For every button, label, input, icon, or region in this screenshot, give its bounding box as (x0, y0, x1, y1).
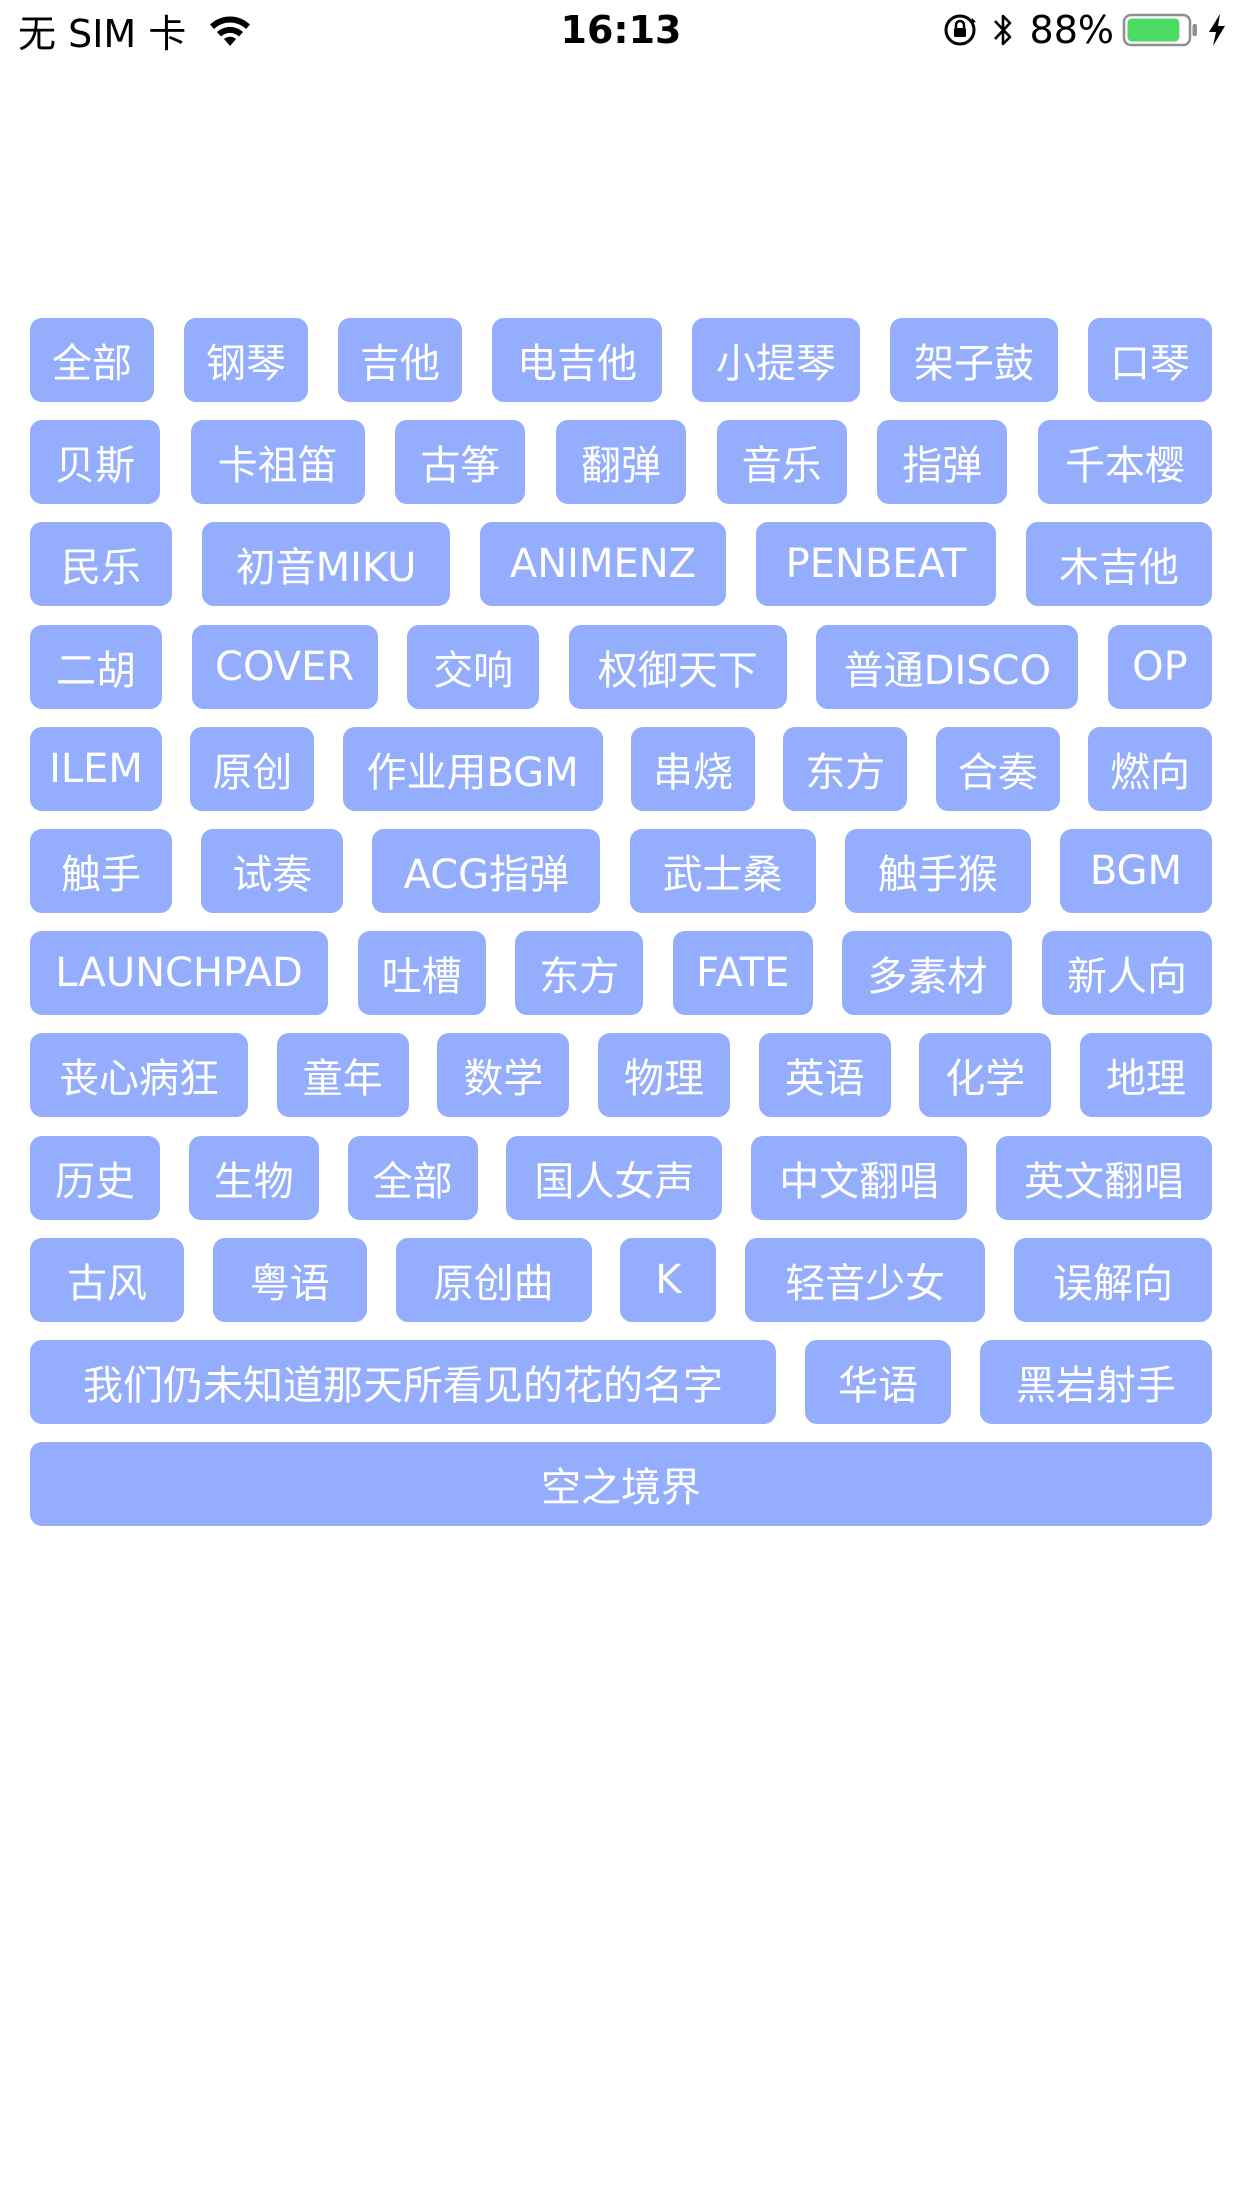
tag-button[interactable]: ACG指弹 (372, 828, 601, 913)
tag-button[interactable]: COVER (191, 624, 378, 709)
tag-button[interactable]: 原创 (190, 726, 315, 811)
tag-button[interactable]: 武士桑 (629, 828, 816, 913)
tag-button[interactable]: 千本樱 (1037, 420, 1212, 505)
tag-button[interactable]: 古筝 (395, 420, 526, 505)
tag-button[interactable]: 童年 (276, 1033, 409, 1118)
tag-button[interactable]: 权御天下 (568, 624, 787, 709)
tag-button[interactable]: 燃向 (1087, 726, 1212, 811)
tag-button[interactable]: 吐槽 (357, 931, 486, 1016)
tag-button[interactable]: 吉他 (338, 318, 462, 402)
tag-button[interactable]: 黑岩射手 (980, 1339, 1212, 1424)
status-bar-right: 88% (942, 8, 1228, 52)
charging-icon (1209, 14, 1225, 46)
tag-button[interactable]: 翻弹 (555, 420, 686, 505)
tag-button[interactable]: 电吉他 (492, 318, 662, 402)
battery-icon (1122, 13, 1197, 47)
tag-button[interactable]: 历史 (30, 1135, 160, 1220)
tag-button[interactable]: 轻音少女 (745, 1237, 986, 1322)
tag-button[interactable]: 合奏 (935, 726, 1060, 811)
tag-button[interactable]: 贝斯 (30, 420, 160, 505)
tag-row: 我们仍未知道那天所看见的花的名字 华语 黑岩射手 (30, 1339, 1212, 1424)
tag-row: 丧心病狂 童年 数学 物理 英语 化学 地理 (30, 1033, 1212, 1118)
tag-row: 全部 钢琴 吉他 电吉他 小提琴 架子鼓 口琴 (30, 318, 1212, 402)
tag-button[interactable]: 卡祖笛 (190, 420, 365, 505)
tag-button[interactable]: OP (1107, 624, 1212, 709)
tag-button[interactable]: 古风 (30, 1237, 184, 1322)
tag-button[interactable]: 全部 (30, 318, 154, 402)
battery-percent: 88% (1029, 8, 1114, 52)
tag-button[interactable]: ILEM (30, 726, 162, 811)
tag-button[interactable]: 我们仍未知道那天所看见的花的名字 (30, 1339, 776, 1424)
tag-button[interactable]: 丧心病狂 (30, 1033, 248, 1118)
tag-button[interactable]: 误解向 (1013, 1237, 1212, 1322)
tag-button[interactable]: 钢琴 (184, 318, 308, 402)
tag-button[interactable]: 国人女声 (506, 1135, 723, 1220)
tag-row: LAUNCHPAD 吐槽 东方 FATE 多素材 新人向 (30, 931, 1212, 1016)
tag-button[interactable]: 化学 (919, 1033, 1052, 1118)
tag-row: 贝斯 卡祖笛 古筝 翻弹 音乐 指弹 千本樱 (30, 420, 1212, 505)
tag-row: 空之境界 (30, 1442, 1212, 1527)
tag-button[interactable]: 东方 (515, 931, 644, 1016)
tag-button[interactable]: 全部 (347, 1135, 478, 1220)
tag-button[interactable]: 架子鼓 (890, 318, 1058, 402)
tag-button[interactable]: 口琴 (1088, 318, 1212, 402)
tag-button[interactable]: 触手猴 (844, 828, 1031, 913)
tag-button[interactable]: 原创曲 (395, 1237, 592, 1322)
tag-button[interactable]: 生物 (188, 1135, 319, 1220)
tag-button[interactable]: 音乐 (716, 420, 847, 505)
tag-button[interactable]: K (620, 1237, 717, 1322)
tag-button[interactable]: 英文翻唱 (995, 1135, 1212, 1220)
tag-button[interactable]: 华语 (805, 1339, 951, 1424)
tag-button[interactable]: 地理 (1079, 1033, 1212, 1118)
tag-button[interactable]: 新人向 (1041, 931, 1212, 1016)
tag-button[interactable]: 普通DISCO (816, 624, 1079, 709)
tag-button[interactable]: PENBEAT (756, 522, 996, 607)
tag-row: 古风 粤语 原创曲 K 轻音少女 误解向 (30, 1237, 1212, 1322)
tag-button[interactable]: 作业用BGM (342, 726, 603, 811)
tag-row: 历史 生物 全部 国人女声 中文翻唱 英文翻唱 (30, 1135, 1212, 1220)
tag-button[interactable]: 英语 (758, 1033, 891, 1118)
tag-button[interactable]: LAUNCHPAD (30, 931, 328, 1016)
tag-cloud: 全部 钢琴 吉他 电吉他 小提琴 架子鼓 口琴 贝斯 卡祖笛 古筝 翻弹 音乐 指弹 千本樱 民乐 初音MIK… (30, 318, 1212, 1544)
tag-row: 触手 试奏 ACG指弹 武士桑 触手猴 BGM (30, 828, 1212, 913)
tag-button[interactable]: ANIMENZ (480, 522, 726, 607)
tag-button[interactable]: 东方 (783, 726, 908, 811)
tag-button[interactable]: 空之境界 (30, 1442, 1212, 1527)
tag-button[interactable]: FATE (672, 931, 813, 1016)
tag-button[interactable]: 触手 (30, 828, 172, 913)
tag-button[interactable]: 初音MIKU (202, 522, 450, 607)
tag-button[interactable]: 数学 (437, 1033, 570, 1118)
tag-row: ILEM 原创 作业用BGM 串烧 东方 合奏 燃向 (30, 726, 1212, 811)
tag-button[interactable]: 粤语 (212, 1237, 367, 1322)
tag-button[interactable]: 指弹 (877, 420, 1008, 505)
tag-button[interactable]: 二胡 (30, 624, 162, 709)
bluetooth-icon (993, 14, 1011, 46)
tag-row: 二胡 COVER 交响 权御天下 普通DISCO OP (30, 624, 1212, 709)
tag-button[interactable]: 小提琴 (692, 318, 860, 402)
tag-button[interactable]: 多素材 (842, 931, 1013, 1016)
tag-button[interactable]: 串烧 (630, 726, 755, 811)
status-bar: 无 SIM 卡 16:13 88% (0, 0, 1242, 60)
orientation-lock-icon (944, 14, 976, 46)
tag-button[interactable]: 交响 (407, 624, 540, 709)
tag-button[interactable]: 中文翻唱 (751, 1135, 968, 1220)
tag-button[interactable]: 民乐 (30, 522, 172, 607)
tag-button[interactable]: 物理 (597, 1033, 730, 1118)
tag-row: 民乐 初音MIKU ANIMENZ PENBEAT 木吉他 (30, 522, 1212, 607)
tag-button[interactable]: 木吉他 (1026, 522, 1212, 607)
tag-button[interactable]: 试奏 (201, 828, 344, 913)
tag-button[interactable]: BGM (1059, 828, 1212, 913)
